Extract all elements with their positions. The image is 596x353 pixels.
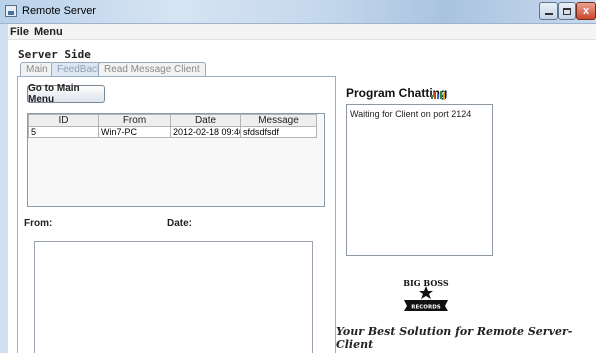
cell-message[interactable]: sfdsdfsdf [240, 126, 317, 138]
date-label: Date: [167, 218, 193, 229]
message-detail-textarea[interactable] [34, 241, 313, 353]
minimize-button[interactable] [539, 2, 558, 20]
feedback-table: ID From Date Message 5 Win7-PC 2012-02-1… [28, 114, 317, 138]
title-bar[interactable]: Remote Server x [0, 0, 596, 24]
tagline: Your Best Solution for Remote Server-Cli… [336, 325, 573, 351]
maximize-icon [563, 7, 571, 15]
feedback-table-container: ID From Date Message 5 Win7-PC 2012-02-1… [27, 113, 325, 207]
window-content: File Menu Server Side Main FeedBack Read… [8, 24, 596, 353]
minimize-icon [544, 13, 553, 15]
table-header-row: ID From Date Message [28, 114, 317, 127]
from-label: From: [24, 218, 53, 229]
column-header-message[interactable]: Message [240, 114, 317, 127]
chat-log-text: Waiting for Client on port 2124 [350, 109, 472, 119]
menu-menu[interactable]: Menu [34, 26, 63, 38]
close-icon: x [582, 5, 590, 17]
cell-from[interactable]: Win7-PC [98, 126, 171, 138]
close-button[interactable]: x [576, 2, 596, 20]
window-frame [0, 24, 8, 353]
app-icon [5, 5, 17, 17]
menu-file[interactable]: File [10, 26, 29, 38]
big-boss-records-logo: BIG BOSS RECORDS [403, 278, 449, 311]
cell-date[interactable]: 2012-02-18 09:40:4... [170, 126, 241, 138]
go-to-main-menu-button[interactable]: Go to Main Menu [27, 83, 105, 105]
server-side-label: Server Side [18, 48, 91, 61]
column-header-date[interactable]: Date [170, 114, 241, 127]
chat-signal-icon [431, 91, 445, 99]
cell-id[interactable]: 5 [28, 126, 99, 138]
tab-read-message-client[interactable]: Read Message Client [98, 62, 206, 77]
maximize-button[interactable] [558, 2, 576, 20]
svg-text:RECORDS: RECORDS [411, 305, 441, 311]
menu-bar: File Menu [8, 24, 596, 40]
column-header-from[interactable]: From [98, 114, 171, 127]
column-header-id[interactable]: ID [28, 114, 99, 127]
chat-log-textarea[interactable]: Waiting for Client on port 2124 [346, 104, 493, 256]
table-row[interactable]: 5 Win7-PC 2012-02-18 09:40:4... sfdsdfsd… [28, 126, 317, 138]
tab-main[interactable]: Main [20, 62, 54, 77]
window-title: Remote Server [22, 5, 96, 17]
